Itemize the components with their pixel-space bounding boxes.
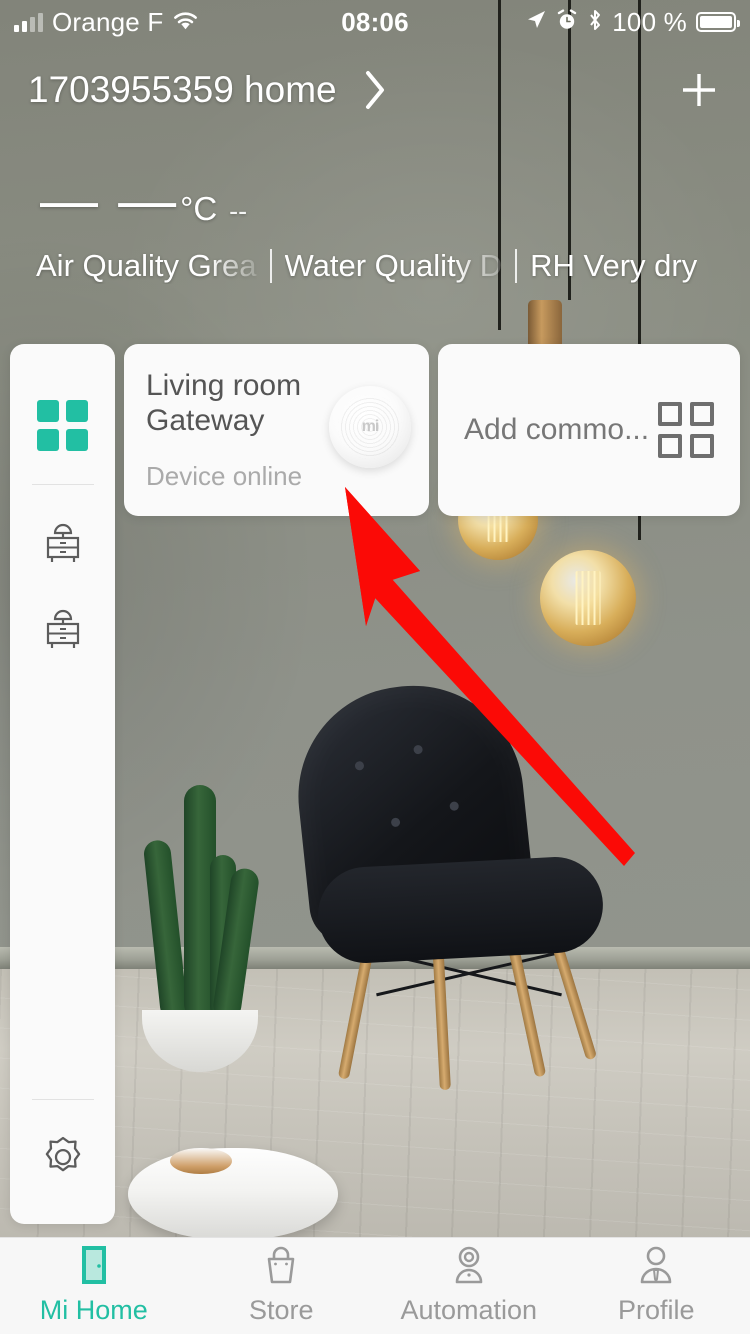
door-icon xyxy=(76,1246,112,1286)
nightstand-lamp-icon xyxy=(36,515,90,574)
sidebar-item-settings[interactable] xyxy=(10,1116,115,1202)
tab-label: Automation xyxy=(400,1295,538,1325)
tab-mi-home[interactable]: Mi Home xyxy=(0,1238,188,1334)
chevron-right-icon[interactable] xyxy=(363,69,387,111)
tab-automation[interactable]: Automation xyxy=(375,1238,563,1334)
chair-seat xyxy=(315,854,606,966)
divider xyxy=(31,1099,94,1100)
app-screen: Orange F 08:06 100 % 1703955359 home — —… xyxy=(0,0,750,1334)
bluetooth-icon xyxy=(587,7,603,38)
home-name-label[interactable]: 1703955359 home xyxy=(28,69,337,111)
sidebar-item-room-2[interactable] xyxy=(10,587,115,673)
add-common-label: Add commo... xyxy=(464,413,650,446)
humidity-label: RH Very dry xyxy=(530,248,698,283)
device-card-title: Living room Gateway xyxy=(146,368,346,439)
environment-summary: — — °C -- Air Quality Grea Water Quality… xyxy=(0,172,750,284)
tab-label: Store xyxy=(248,1295,314,1325)
sidebar-item-all-devices[interactable] xyxy=(10,382,115,468)
device-card-title-line1: Living room xyxy=(146,369,302,402)
add-device-button[interactable] xyxy=(676,67,722,113)
temperature-row: — — °C -- xyxy=(0,172,750,230)
sidebar-item-room-1[interactable] xyxy=(10,501,115,587)
grid-four-squares-outline-icon xyxy=(658,402,714,458)
air-quality-label: Air Quality Grea xyxy=(36,248,257,283)
tab-profile[interactable]: Profile xyxy=(563,1238,750,1334)
shopping-bag-icon xyxy=(262,1246,300,1286)
battery-percent-label: 100 % xyxy=(612,6,687,37)
battery-icon xyxy=(696,12,740,32)
edison-bulb xyxy=(540,550,636,646)
divider xyxy=(269,249,272,283)
tab-label: Profile xyxy=(617,1295,695,1325)
water-quality-label: Water Quality D xyxy=(284,248,503,283)
quality-row: Air Quality Grea Water Quality D RH Very… xyxy=(0,248,750,284)
device-card-title-line2: Gateway xyxy=(146,404,265,438)
divider xyxy=(31,484,94,485)
tab-store[interactable]: Store xyxy=(188,1238,376,1334)
temperature-extra: -- xyxy=(229,196,248,226)
temperature-unit: °C xyxy=(180,190,218,227)
tab-label: Mi Home xyxy=(39,1295,148,1325)
bottom-tab-bar: Mi Home Store Automation Profile xyxy=(0,1237,750,1334)
alarm-clock-icon xyxy=(556,7,578,38)
robot-person-icon xyxy=(450,1246,488,1286)
person-tie-icon xyxy=(637,1246,675,1286)
cards-area: Living room Gateway Device online mi Add… xyxy=(0,344,750,1224)
nightstand-lamp-icon xyxy=(36,601,90,660)
robot-vacuum-sensor xyxy=(170,1148,232,1174)
mi-logo: mi xyxy=(361,418,380,435)
location-arrow-icon xyxy=(525,7,547,38)
gear-icon xyxy=(38,1132,88,1187)
robot-vacuum xyxy=(128,1148,338,1240)
temperature-value: — — xyxy=(40,168,179,233)
add-common-devices-card[interactable]: Add commo... xyxy=(438,344,740,516)
device-card-gateway[interactable]: Living room Gateway Device online mi xyxy=(124,344,429,516)
rooms-sidebar xyxy=(10,344,115,1224)
gateway-device-icon: mi xyxy=(329,386,411,468)
header-bar: 1703955359 home xyxy=(0,52,750,128)
grid-four-squares-filled-icon xyxy=(37,399,88,451)
status-bar: Orange F 08:06 100 % xyxy=(0,0,750,44)
divider xyxy=(515,249,518,283)
